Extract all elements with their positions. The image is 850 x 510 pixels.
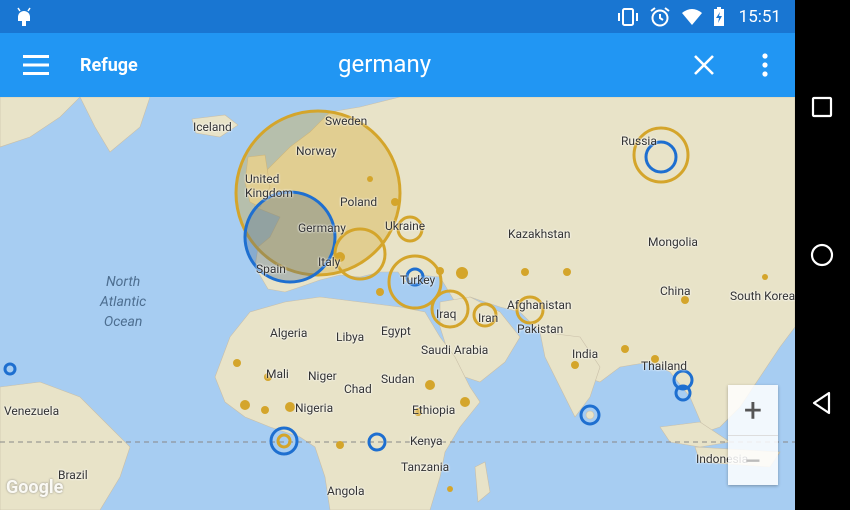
system-nav-bar xyxy=(795,0,850,510)
dot[interactable] xyxy=(285,402,295,412)
place-label-algeria: Algeria xyxy=(270,326,308,340)
place-label-south-korea: South Korea xyxy=(730,289,795,303)
wifi-icon xyxy=(681,9,702,25)
place-label-turkey: Turkey xyxy=(400,273,436,287)
place-label-libya: Libya xyxy=(336,330,365,344)
dot[interactable] xyxy=(460,397,470,407)
dot[interactable] xyxy=(376,288,384,296)
place-label-spain: Spain xyxy=(256,262,286,276)
place-label-norway: Norway xyxy=(296,144,337,158)
place-label-thailand: Thailand xyxy=(641,359,688,373)
close-icon[interactable] xyxy=(692,53,716,77)
place-label-chad: Chad xyxy=(344,382,372,396)
place-label-egypt: Egypt xyxy=(381,324,411,338)
ocean-label-line: Ocean xyxy=(103,314,143,330)
place-label-niger: Niger xyxy=(308,369,337,383)
dot[interactable] xyxy=(563,268,571,276)
place-label-russia: Russia xyxy=(621,134,657,148)
place-label-saudi-arabia: Saudi Arabia xyxy=(421,343,489,357)
place-label-ukraine: Ukraine xyxy=(385,219,426,233)
dot[interactable] xyxy=(240,400,250,410)
zoom-in-button[interactable]: + xyxy=(728,385,778,435)
menu-icon[interactable] xyxy=(22,53,50,77)
ocean-label: North Atlantic Ocean xyxy=(100,272,146,332)
dot[interactable] xyxy=(456,267,468,279)
place-label-poland: Poland xyxy=(340,195,378,209)
place-label-sweden: Sweden xyxy=(325,114,368,128)
world-map[interactable]: North Atlantic Ocean Iceland Sweden Norw… xyxy=(0,97,795,510)
land-madagascar xyxy=(474,461,491,503)
dot[interactable] xyxy=(391,198,399,206)
dot[interactable] xyxy=(261,406,269,414)
place-label-tanzania: Tanzania xyxy=(401,460,450,474)
land-greenland xyxy=(79,97,151,153)
app-title: Refuge xyxy=(80,55,138,76)
back-icon[interactable] xyxy=(807,388,837,418)
status-bar: 15:51 xyxy=(0,0,795,33)
place-label-united-kingdom: United Kingdom xyxy=(245,172,293,200)
dot[interactable] xyxy=(367,176,373,182)
land-sri-lanka xyxy=(585,410,595,420)
dot[interactable] xyxy=(621,345,629,353)
android-debug-icon xyxy=(17,7,31,26)
place-label-italy: Italy xyxy=(318,255,341,269)
home-icon[interactable] xyxy=(807,240,837,270)
dot[interactable] xyxy=(436,267,444,275)
status-time: 15:51 xyxy=(738,7,781,27)
alarm-icon xyxy=(650,7,670,27)
dot[interactable] xyxy=(447,486,453,492)
land-north-america xyxy=(0,97,81,148)
dot[interactable] xyxy=(425,380,435,390)
place-label-iraq: Iraq xyxy=(436,307,457,321)
place-label-afghanistan: Afghanistan xyxy=(507,298,572,312)
place-label-iran: Iran xyxy=(478,311,499,325)
place-label-india: India xyxy=(572,347,599,361)
place-label-pakistan: Pakistan xyxy=(517,322,564,336)
dot[interactable] xyxy=(571,361,579,369)
more-vert-icon[interactable] xyxy=(756,51,774,79)
place-label-angola: Angola xyxy=(327,484,365,498)
place-label-china: China xyxy=(660,284,691,298)
dot[interactable] xyxy=(233,359,241,367)
zoom-controls: + − xyxy=(728,385,778,485)
place-label-sudan: Sudan xyxy=(381,372,415,386)
battery-charging-icon xyxy=(713,7,724,26)
zoom-out-button[interactable]: − xyxy=(728,435,778,486)
recents-icon[interactable] xyxy=(807,92,837,122)
dot[interactable] xyxy=(521,268,529,276)
ocean-label-line: Atlantic xyxy=(100,294,147,310)
place-label-ethiopia: Ethiopia xyxy=(412,403,456,417)
ocean-label-line: North xyxy=(105,274,141,290)
place-label-venezuela: Venezuela xyxy=(4,404,60,418)
place-label-mali: Mali xyxy=(266,367,289,381)
place-label-germany: Germany xyxy=(298,221,346,235)
dot[interactable] xyxy=(336,441,344,449)
vibrate-icon xyxy=(617,8,638,26)
circle-drc-inner[interactable] xyxy=(276,433,292,449)
place-label-mongolia: Mongolia xyxy=(648,235,698,249)
place-label-kenya: Kenya xyxy=(410,434,443,448)
search-query[interactable]: germany xyxy=(338,50,431,78)
app-bar: Refuge germany xyxy=(0,33,795,97)
place-label-kazakhstan: Kazakhstan xyxy=(508,227,571,241)
place-label-nigeria: Nigeria xyxy=(295,401,334,415)
dot[interactable] xyxy=(762,274,768,280)
place-label-iceland: Iceland xyxy=(193,120,232,134)
circle-caribbean[interactable] xyxy=(3,362,17,376)
google-attribution: Google xyxy=(6,477,64,498)
